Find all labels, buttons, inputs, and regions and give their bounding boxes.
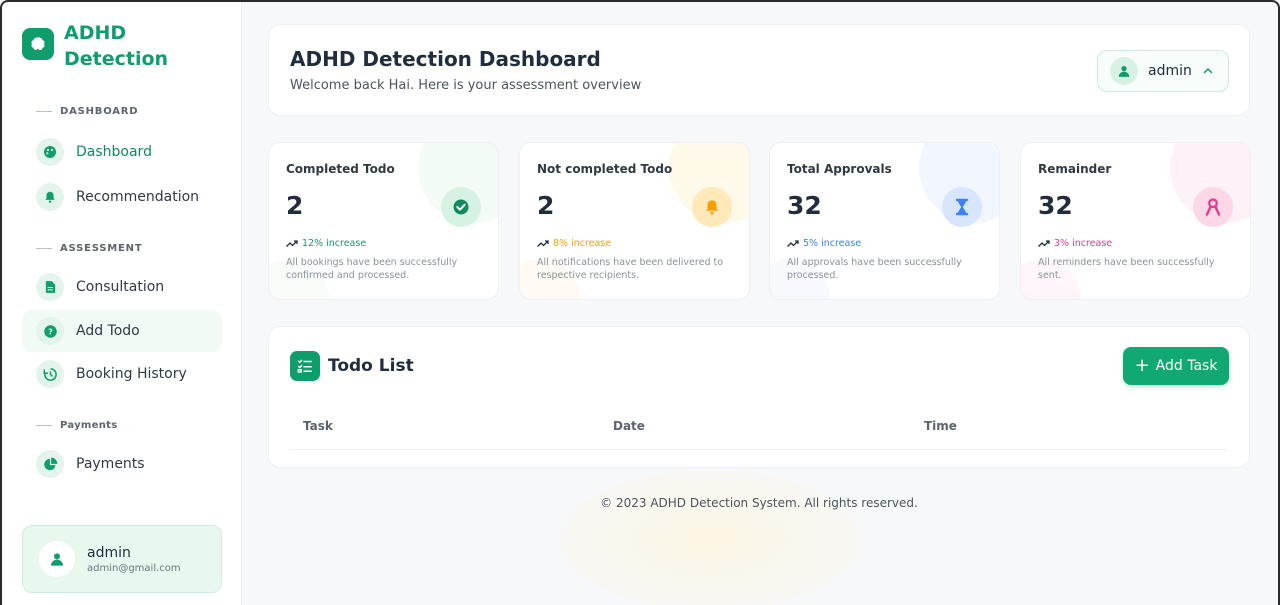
trending-up-icon <box>1038 239 1050 248</box>
stat-title: Remainder <box>1038 162 1112 176</box>
add-task-button[interactable]: + Add Task <box>1123 347 1229 385</box>
stat-card-not-completed-todo: Not completed Todo 2 8% increase All not… <box>519 142 750 300</box>
user-avatar-icon <box>39 541 75 577</box>
background-glow <box>560 470 860 605</box>
stat-card-remainder: Remainder 32 3% increase All reminders h… <box>1020 142 1251 300</box>
stat-description: All notifications have been delivered to… <box>537 257 724 281</box>
checklist-icon <box>290 351 320 381</box>
todo-list-card: Todo List + Add Task Task Date Time <box>268 326 1250 468</box>
stat-title: Total Approvals <box>787 162 892 176</box>
stat-trend: 5% increase <box>787 238 861 249</box>
user-email: admin@gmail.com <box>87 562 181 574</box>
sidebar-item-label: Payments <box>76 456 145 472</box>
sidebar-item-label: Add Todo <box>76 323 140 339</box>
stat-card-completed-todo: Completed Todo 2 12% increase All bookin… <box>268 142 499 300</box>
document-icon <box>36 273 64 301</box>
sidebar-item-payments[interactable]: Payments <box>22 443 222 485</box>
bell-icon <box>36 183 64 211</box>
user-avatar-icon <box>1110 57 1138 85</box>
stat-trend: 8% increase <box>537 238 611 249</box>
add-task-label: Add Task <box>1155 358 1218 374</box>
stat-value: 32 <box>1038 191 1073 220</box>
bell-icon <box>692 187 732 227</box>
pie-chart-icon <box>36 450 64 478</box>
stat-trend: 12% increase <box>286 238 366 249</box>
sidebar-item-add-todo[interactable]: ? Add Todo <box>22 310 222 352</box>
page-title: ADHD Detection Dashboard <box>290 47 601 71</box>
sidebar-item-label: Consultation <box>76 279 165 295</box>
section-label-payments: Payments <box>36 420 117 431</box>
header-card: ADHD Detection Dashboard Welcome back Ha… <box>268 24 1250 116</box>
footer-copyright: © 2023 ADHD Detection System. All rights… <box>600 496 918 510</box>
stat-card-total-approvals: Total Approvals 32 5% increase All appro… <box>769 142 1000 300</box>
sidebar: ADHD Detection DASHBOARD Dashboard Recom… <box>2 2 242 605</box>
history-icon <box>36 360 64 388</box>
sidebar-item-label: Dashboard <box>76 144 152 160</box>
brain-icon <box>22 28 54 60</box>
column-header-date[interactable]: Date <box>613 419 645 433</box>
trending-up-icon <box>286 239 298 248</box>
user-menu-button[interactable]: admin <box>1097 50 1229 92</box>
trending-up-icon <box>537 239 549 248</box>
brand-line-1: ADHD <box>64 22 127 44</box>
user-menu-label: admin <box>1148 63 1192 79</box>
sidebar-item-booking-history[interactable]: Booking History <box>22 353 222 395</box>
stat-description: All bookings have been successfully conf… <box>286 257 458 281</box>
section-label-dashboard: DASHBOARD <box>36 106 138 117</box>
brand[interactable]: ADHD Detection <box>22 20 184 72</box>
stat-description: All reminders have been successfully sen… <box>1038 257 1215 281</box>
question-icon: ? <box>36 317 64 345</box>
ribbon-icon <box>1193 187 1233 227</box>
hourglass-icon <box>942 187 982 227</box>
svg-text:?: ? <box>48 326 53 336</box>
stat-title: Completed Todo <box>286 162 395 176</box>
palette-icon <box>36 138 64 166</box>
page-subtitle: Welcome back Hai. Here is your assessmen… <box>290 78 642 93</box>
sidebar-item-label: Booking History <box>76 366 187 382</box>
brand-name: ADHD Detection <box>64 20 184 72</box>
section-label-assessment: ASSESSMENT <box>36 243 142 254</box>
stat-description: All approvals have been successfully pro… <box>787 257 962 281</box>
stat-value: 2 <box>537 191 555 220</box>
stat-value: 2 <box>286 191 304 220</box>
plus-icon: + <box>1134 355 1150 376</box>
sidebar-item-consultation[interactable]: Consultation <box>22 266 222 308</box>
sidebar-item-dashboard[interactable]: Dashboard <box>22 131 222 173</box>
sidebar-item-recommendation[interactable]: Recommendation <box>22 176 222 218</box>
table-divider <box>290 449 1228 450</box>
sidebar-user-card[interactable]: admin admin@gmail.com <box>22 525 222 593</box>
check-circle-icon <box>441 187 481 227</box>
chevron-up-icon <box>1202 65 1214 77</box>
todo-list-title: Todo List <box>328 356 414 376</box>
column-header-task[interactable]: Task <box>303 419 333 433</box>
stat-trend: 3% increase <box>1038 238 1112 249</box>
stat-value: 32 <box>787 191 822 220</box>
brand-line-2: Detection <box>64 48 169 70</box>
sidebar-item-label: Recommendation <box>76 189 200 205</box>
todo-list-header: Todo List <box>290 351 414 381</box>
user-name: admin <box>87 544 131 561</box>
column-header-time[interactable]: Time <box>924 419 957 433</box>
trending-up-icon <box>787 239 799 248</box>
stat-title: Not completed Todo <box>537 162 673 176</box>
